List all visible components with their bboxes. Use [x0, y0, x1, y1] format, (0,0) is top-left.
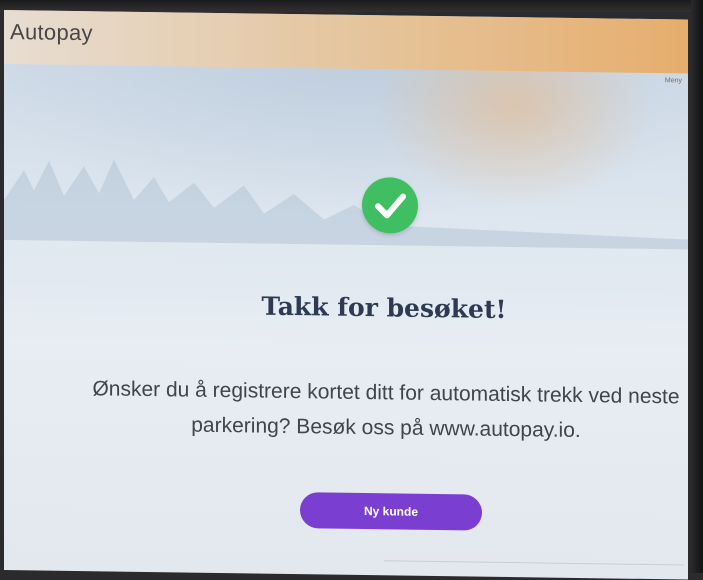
page-title: Takk for besøket!: [261, 291, 507, 325]
screen-bezel-top: [0, 0, 703, 12]
new-customer-button[interactable]: Ny kunde: [300, 492, 482, 531]
screen-bezel-right: [691, 0, 703, 573]
brand-logo: Autopay: [10, 19, 93, 46]
kiosk-screen: Autopay Meny Takk for besøket! Ønsker du…: [4, 10, 688, 580]
footer-divider: [384, 560, 684, 566]
check-circle-icon: [362, 176, 418, 234]
menu-link[interactable]: Meny: [665, 77, 682, 84]
app-header: Autopay: [4, 10, 688, 74]
registration-message: Ønsker du å registrere kortet ditt for a…: [92, 377, 680, 443]
